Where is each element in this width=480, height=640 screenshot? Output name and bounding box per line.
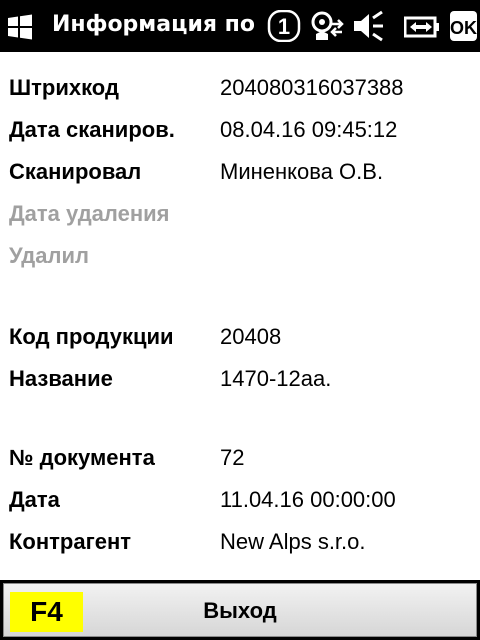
document-date-label: Дата	[9, 487, 60, 512]
deleted-by-row: Удалил	[0, 235, 480, 277]
product-code-row: Код продукции 20408	[0, 316, 480, 358]
product-name-label: Название	[9, 366, 113, 391]
ok-icon[interactable]: OK	[450, 11, 477, 43]
document-number-value: 72	[220, 445, 245, 470]
scanned-by-value: Миненкова О.В.	[220, 159, 384, 184]
counterparty-row: Контрагент New Alps s.r.o.	[0, 521, 480, 563]
scanned-by-label: Сканировал	[9, 159, 142, 184]
product-code-label: Код продукции	[9, 324, 174, 349]
product-name-row: Название 1470-12аа.	[0, 358, 480, 400]
windows-logo-icon[interactable]	[6, 13, 34, 41]
scanned-by-row: Сканировал Миненкова О.В.	[0, 151, 480, 193]
notification-count-icon[interactable]: 1	[267, 10, 301, 42]
f4-key-badge: F4	[10, 592, 83, 632]
document-number-label: № документа	[9, 445, 155, 470]
ok-label: OK	[450, 18, 477, 38]
delete-date-label: Дата удаления	[9, 201, 170, 226]
window-title: Информация по ш	[52, 12, 262, 37]
product-name-value: 1470-12аа.	[220, 366, 332, 391]
barcode-label: Штрихкод	[9, 75, 119, 100]
scan-date-label: Дата сканиров.	[9, 117, 175, 142]
scan-date-value: 08.04.16 09:45:12	[220, 117, 398, 142]
scan-date-row: Дата сканиров. 08.04.16 09:45:12	[0, 109, 480, 151]
exit-button-label: Выход	[203, 598, 277, 623]
document-number-row: № документа 72	[0, 437, 480, 479]
softkey-bar: F4 Выход	[0, 580, 480, 640]
volume-muted-icon[interactable]	[352, 10, 384, 42]
title-bar: Информация по ш 1 OK	[0, 0, 480, 52]
notification-count: 1	[278, 14, 290, 39]
document-date-row: Дата 11.04.16 00:00:00	[0, 479, 480, 521]
document-date-value: 11.04.16 00:00:00	[220, 487, 396, 512]
barcode-row: Штрихкод 204080316037388	[0, 67, 480, 109]
delete-date-row: Дата удаления	[0, 193, 480, 235]
barcode-value: 204080316037388	[220, 75, 404, 100]
deleted-by-label: Удалил	[9, 243, 89, 268]
counterparty-value: New Alps s.r.o.	[220, 529, 366, 554]
connectivity-icon[interactable]	[308, 10, 344, 42]
counterparty-label: Контрагент	[9, 529, 132, 554]
product-code-value: 20408	[220, 324, 282, 349]
battery-icon[interactable]	[404, 10, 440, 42]
exit-button[interactable]: F4 Выход	[3, 583, 477, 637]
